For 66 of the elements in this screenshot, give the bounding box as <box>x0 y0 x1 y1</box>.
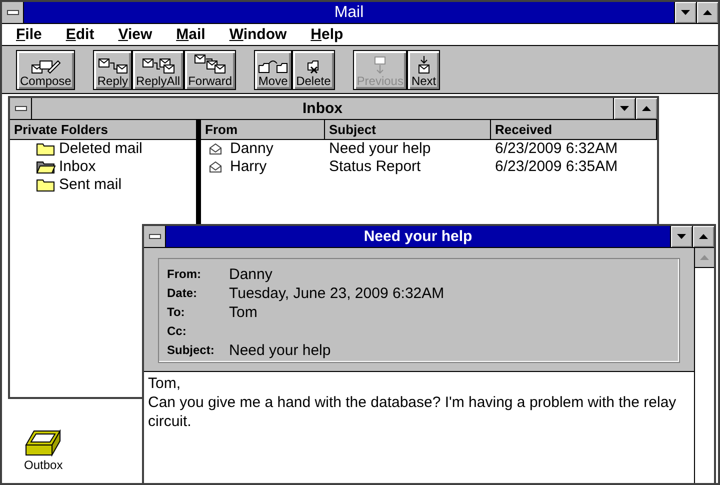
field-value: Danny <box>229 265 274 284</box>
field-label: Subject: <box>167 342 216 359</box>
menu-item[interactable]: Window <box>223 24 293 45</box>
envelope-arrow-icon <box>418 54 430 74</box>
icon-label[interactable]: Outbox <box>24 458 63 472</box>
minimize-button[interactable] <box>670 226 692 247</box>
field-label: To: <box>167 304 186 321</box>
maximize-button[interactable] <box>635 98 657 119</box>
maximize-button[interactable] <box>696 2 718 23</box>
menu-item[interactable]: File <box>10 24 48 45</box>
menu-item[interactable]: View <box>112 24 158 45</box>
toolbar-button[interactable]: Delete <box>292 50 335 90</box>
folder-item[interactable]: Sent mail <box>36 176 196 194</box>
control-menu-icon[interactable] <box>2 2 24 23</box>
message-text: Can you give me a hand with the database? I'm having a problem with the relay circuit. <box>148 393 678 431</box>
toolbar-button[interactable]: ReplyAll <box>132 50 184 90</box>
field-value: Tuesday, June 23, 2009 6:32AM <box>229 284 446 303</box>
table-cell-text: Need your help <box>328 138 432 159</box>
field-value: Need your help <box>229 341 332 360</box>
tray-icon[interactable] <box>24 428 62 458</box>
toolbar-button[interactable]: Reply <box>93 50 132 90</box>
folder-item[interactable]: Deleted mail <box>36 140 196 158</box>
message-text: Tom, <box>148 374 182 393</box>
window-title: Inbox <box>302 99 344 119</box>
table-cell-text: Harry <box>230 156 267 177</box>
caret-up-icon <box>642 106 651 111</box>
toolbar-button[interactable]: Move <box>254 50 292 90</box>
minimize-button[interactable] <box>613 98 635 119</box>
folder-icon <box>36 142 56 156</box>
envelopes-arrow-icon <box>194 54 226 74</box>
maximize-button[interactable] <box>692 226 714 247</box>
table-cell-text: Danny <box>230 138 274 159</box>
field-label: From: <box>167 266 202 283</box>
caret-down-icon <box>681 10 690 15</box>
caret-up-icon <box>699 234 708 239</box>
envelope-icon <box>209 161 222 173</box>
control-menu-icon[interactable] <box>144 226 166 247</box>
caret-up-icon <box>703 10 712 15</box>
field-value: Tom <box>229 303 258 322</box>
arrow-down-icon <box>374 54 386 74</box>
table-cell-text: 6/23/2009 6:35AM <box>494 156 619 177</box>
caret-down-icon <box>677 234 686 239</box>
table-cell-text: 6/23/2009 6:32AM <box>494 138 619 159</box>
scrollbar[interactable] <box>694 248 714 483</box>
toolbar-button[interactable]: Forward <box>184 50 236 90</box>
table-cell-text: Status Report <box>328 156 422 177</box>
field-label: Date: <box>167 285 198 302</box>
column-header[interactable]: Subject <box>325 120 491 139</box>
field-label: Cc: <box>167 323 188 340</box>
toolbar-button[interactable]: Next <box>407 50 440 90</box>
open-folder-icon <box>36 160 56 174</box>
menu-item[interactable]: Mail <box>170 24 212 45</box>
caret-up-icon <box>700 255 709 260</box>
toolbar-button[interactable]: Compose <box>16 50 76 90</box>
column-header: Private Folders <box>10 120 196 140</box>
caret-down-icon <box>620 106 629 111</box>
menu-item[interactable]: Edit <box>60 24 100 45</box>
envelope-icon <box>209 143 222 155</box>
column-header[interactable]: From <box>201 120 325 139</box>
folder-item[interactable]: Inbox <box>36 158 196 176</box>
menu-item[interactable]: Help <box>304 24 350 45</box>
column-header[interactable]: Received <box>491 120 657 139</box>
window-title: Mail <box>333 3 365 23</box>
window-title: Need your help <box>362 227 474 247</box>
minimize-button[interactable] <box>674 2 696 23</box>
folder-icon <box>36 178 56 192</box>
